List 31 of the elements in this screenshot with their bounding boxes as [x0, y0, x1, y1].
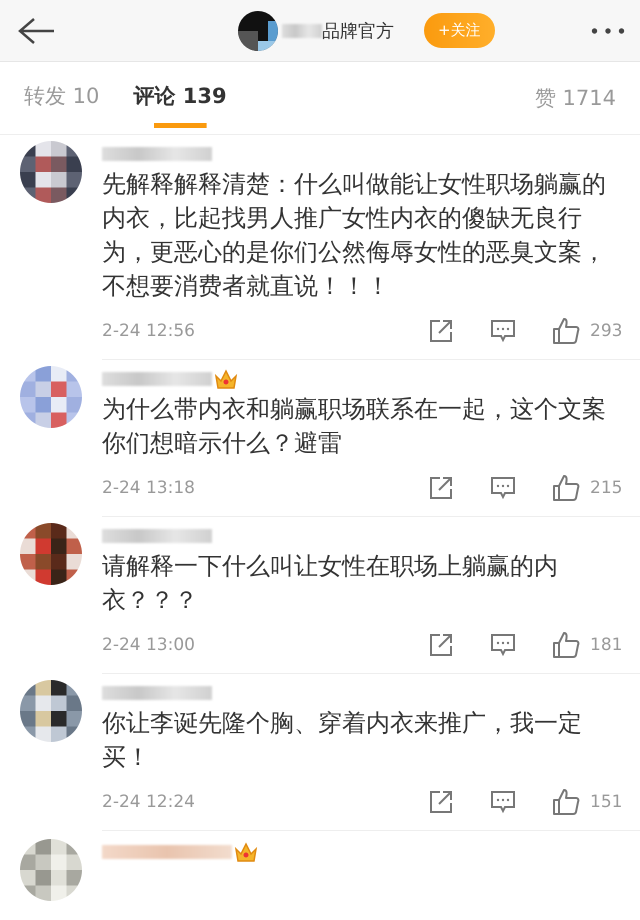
comment-text: 先解释解释清楚：什么叫做能让女性职场躺赢的内衣，比起找男人推广女性内衣的傻缺无良行为，更恶心的是你们公然侮辱女性的恶臭文案，不想要消费者就直说！！！: [102, 169, 607, 302]
more-icon[interactable]: [590, 26, 626, 36]
share-icon[interactable]: [428, 632, 454, 658]
comment-text: 你让李诞先隆个胸、穿着内衣来推广，我一定买！: [102, 708, 583, 773]
comment-time: 2-24 12:24: [102, 792, 196, 812]
like-count: 181: [590, 635, 624, 655]
like-count: 293: [590, 321, 624, 341]
blurred-name: [282, 24, 322, 38]
thumbs-up-icon[interactable]: [552, 317, 580, 345]
comment-icon[interactable]: [490, 789, 516, 815]
like-count: 151: [590, 792, 624, 812]
share-icon[interactable]: [428, 789, 454, 815]
comment-icon[interactable]: [490, 318, 516, 344]
follow-button[interactable]: +关注: [424, 13, 495, 48]
comment-time: 2-24 12:56: [102, 321, 196, 341]
thumbs-up-icon[interactable]: [552, 631, 580, 659]
comment-text: 为什么带内衣和躺赢职场联系在一起，这个文案你们想暗示什么？避雷: [102, 394, 607, 459]
share-icon[interactable]: [428, 318, 454, 344]
thumbs-up-icon[interactable]: [552, 788, 580, 816]
back-arrow-icon[interactable]: [16, 16, 56, 46]
comment-text: 请解释一下什么叫让女性在职场上躺赢的内衣？？？: [102, 551, 559, 616]
account-name: 品牌官方: [322, 20, 394, 42]
like-count: 215: [590, 478, 624, 498]
comment-icon[interactable]: [490, 475, 516, 501]
likes-count: 赞 1714: [534, 85, 616, 112]
comment-time: 2-24 13:18: [102, 478, 196, 498]
share-icon[interactable]: [428, 475, 454, 501]
comment-icon[interactable]: [490, 632, 516, 658]
comment-time: 2-24 13:00: [102, 635, 196, 655]
thumbs-up-icon[interactable]: [552, 474, 580, 502]
tab[interactable]: 转发 10: [24, 64, 100, 132]
